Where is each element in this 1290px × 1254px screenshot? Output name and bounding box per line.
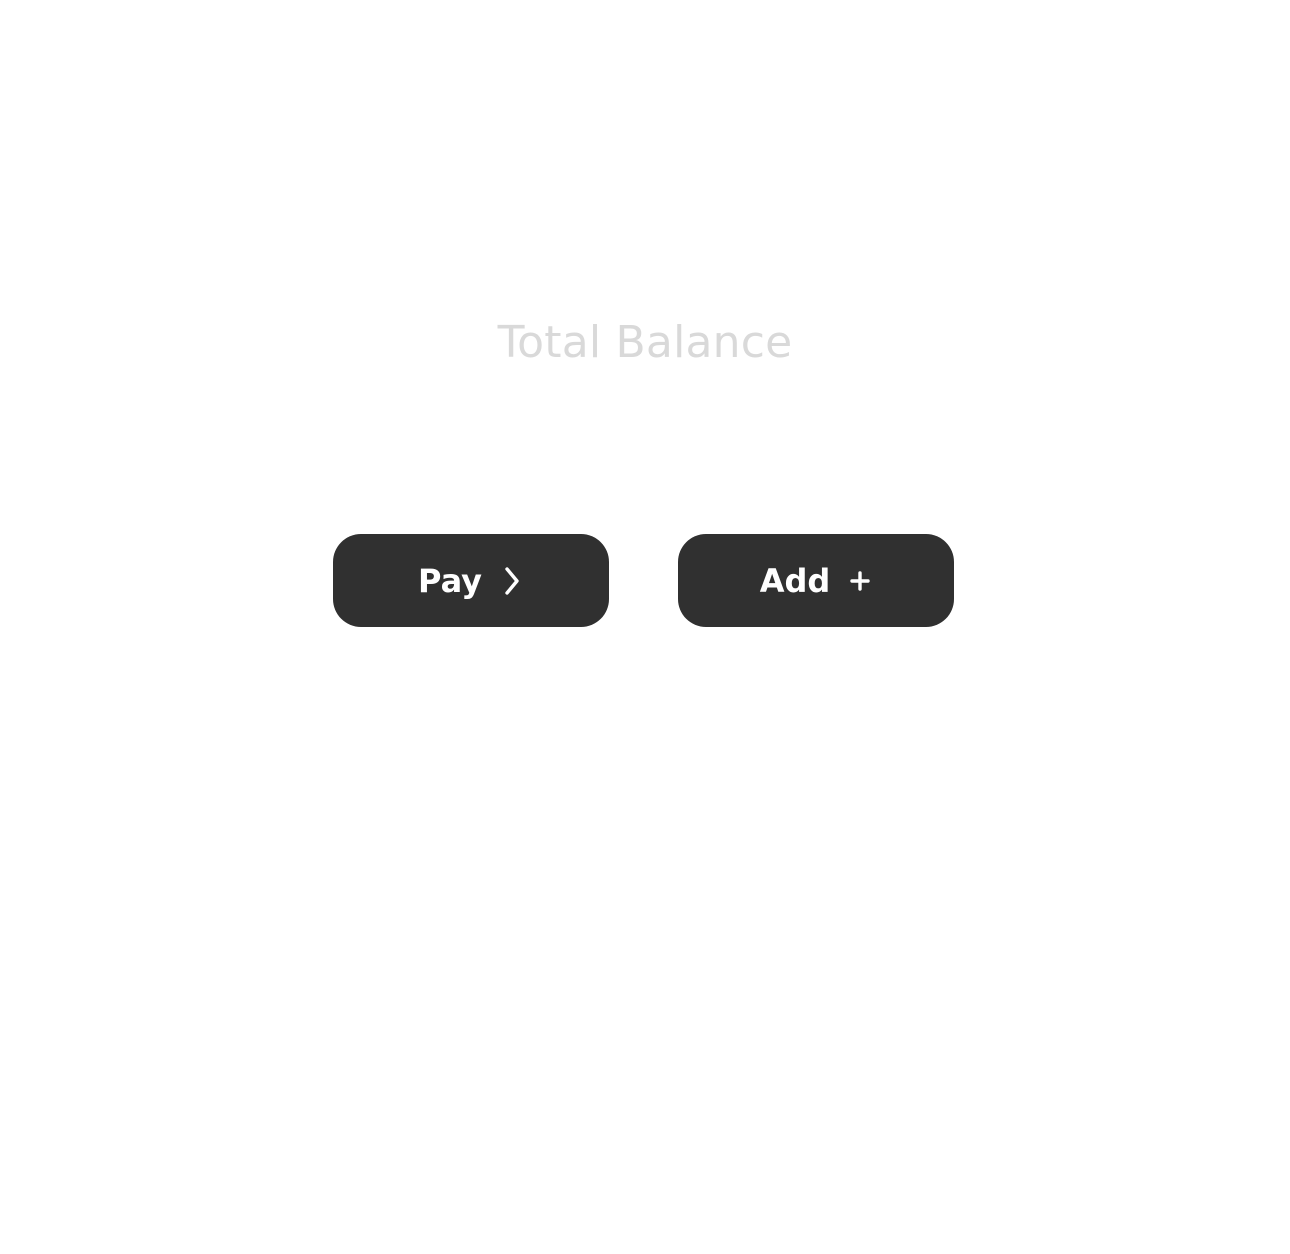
action-buttons-row: Pay Add [333, 534, 954, 627]
plus-icon [848, 561, 872, 601]
chevron-right-icon [500, 561, 524, 601]
add-button-label: Add [759, 561, 831, 600]
add-button[interactable]: Add [678, 534, 954, 627]
pay-button[interactable]: Pay [333, 534, 609, 627]
wallet-screen: Total Balance Pay Add [0, 0, 1290, 1254]
total-balance-label: Total Balance [497, 317, 793, 368]
pay-button-label: Pay [417, 561, 483, 600]
